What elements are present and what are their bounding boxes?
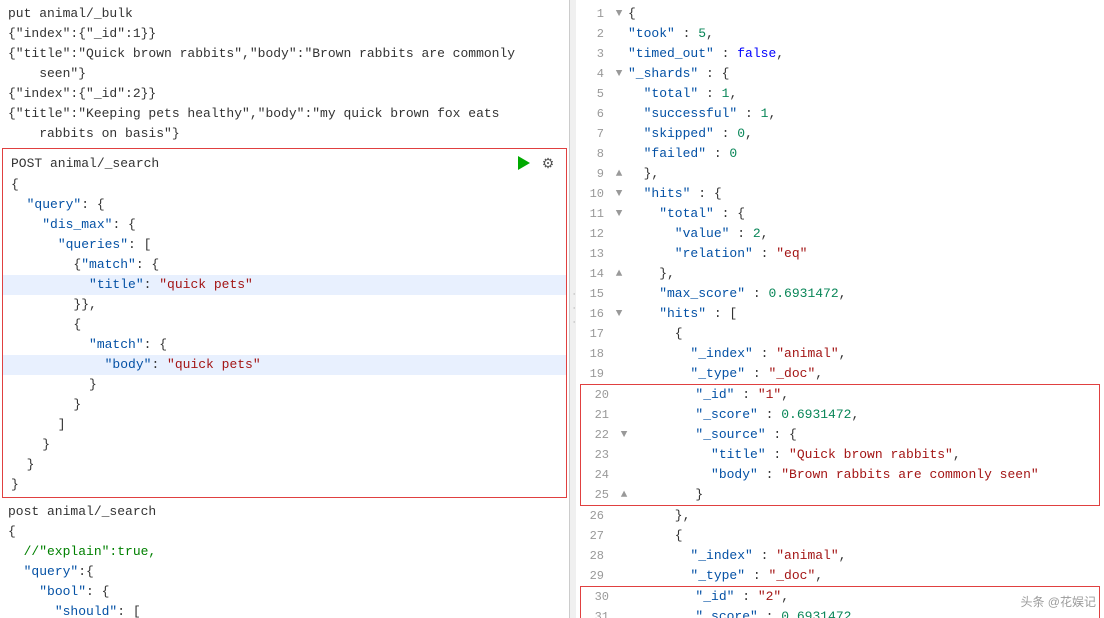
b1-line-13: ] <box>3 415 566 435</box>
b1-line-12: } <box>3 395 566 415</box>
r-line-8: 8 "failed" : 0 <box>576 144 1104 164</box>
left-line-5: {"index":{"_id":2}} <box>0 84 569 104</box>
b1-line-14: } <box>3 435 566 455</box>
r-line-23: 23 "title" : "Quick brown rabbits", <box>581 445 1099 465</box>
left-line-2: {"index":{"_id":1}} <box>0 24 569 44</box>
r-line-4: 4 ▼ "_shards" : { <box>576 64 1104 84</box>
b1-line-15: } <box>3 455 566 475</box>
right-bordered-2: 30 "_id" : "2", 31 "_score" : 0.6931472,… <box>580 586 1100 618</box>
r-line-21: 21 "_score" : 0.6931472, <box>581 405 1099 425</box>
b1-line-8: { <box>3 315 566 335</box>
r-line-16: 16 ▼ "hits" : [ <box>576 304 1104 324</box>
post2-should: "should": [ <box>0 602 569 618</box>
b1-line-6: "title": "quick pets" <box>3 275 566 295</box>
r-line-18: 18 "_index" : "animal", <box>576 344 1104 364</box>
r-line-19: 19 "_type" : "_doc", <box>576 364 1104 384</box>
b1-line-4: "queries": [ <box>3 235 566 255</box>
r-line-3: 3 "timed_out" : false, <box>576 44 1104 64</box>
r-line-2: 2 "took" : 5, <box>576 24 1104 44</box>
post-search-section: POST animal/_search ⚙ { "query": { "dis_… <box>2 148 567 498</box>
b1-line-2: "query": { <box>3 195 566 215</box>
r-line-25: 25 ▲ } <box>581 485 1099 505</box>
post-label: POST animal/_search <box>11 156 514 171</box>
b1-line-9: "match": { <box>3 335 566 355</box>
r-line-28: 28 "_index" : "animal", <box>576 546 1104 566</box>
play-button[interactable] <box>514 153 534 173</box>
b1-line-10: "body": "quick pets" <box>3 355 566 375</box>
b1-line-5: {"match": { <box>3 255 566 275</box>
r-line-26: 26 }, <box>576 506 1104 526</box>
r-line-6: 6 "successful" : 1, <box>576 104 1104 124</box>
r-line-11: 11 ▼ "total" : { <box>576 204 1104 224</box>
r-line-13: 13 "relation" : "eq" <box>576 244 1104 264</box>
r-line-14: 14 ▲ }, <box>576 264 1104 284</box>
r-line-31: 31 "_score" : 0.6931472, <box>581 607 1099 618</box>
post2-query: "query":{ <box>0 562 569 582</box>
r-line-27: 27 { <box>576 526 1104 546</box>
post2-explain: //"explain":true, <box>0 542 569 562</box>
r-line-15: 15 "max_score" : 0.6931472, <box>576 284 1104 304</box>
left-panel: put animal/_bulk {"index":{"_id":1}} {"t… <box>0 0 570 618</box>
b1-line-7: }}, <box>3 295 566 315</box>
r-line-17: 17 { <box>576 324 1104 344</box>
left-line-6: {"title":"Keeping pets healthy","body":"… <box>0 104 569 124</box>
b1-line-1: { <box>3 175 566 195</box>
left-line-7: rabbits on basis"} <box>0 124 569 144</box>
r-line-22: 22 ▼ "_source" : { <box>581 425 1099 445</box>
post2-bool: "bool": { <box>0 582 569 602</box>
r-line-24: 24 "body" : "Brown rabbits are commonly … <box>581 465 1099 485</box>
r-line-5: 5 "total" : 1, <box>576 84 1104 104</box>
b1-line-16: } <box>3 475 566 495</box>
r-line-9: 9 ▲ }, <box>576 164 1104 184</box>
r-line-20: 20 "_id" : "1", <box>581 385 1099 405</box>
left-line-1: put animal/_bulk <box>0 4 569 24</box>
b1-line-3: "dis_max": { <box>3 215 566 235</box>
r-line-12: 12 "value" : 2, <box>576 224 1104 244</box>
play-icon <box>518 156 530 170</box>
r-line-30: 30 "_id" : "2", <box>581 587 1099 607</box>
r-line-10: 10 ▼ "hits" : { <box>576 184 1104 204</box>
post2-label: post animal/_search <box>0 502 569 522</box>
left-line-3: {"title":"Quick brown rabbits","body":"B… <box>0 44 569 64</box>
left-line-4: seen"} <box>0 64 569 84</box>
settings-button[interactable]: ⚙ <box>538 153 558 173</box>
post-toolbar: POST animal/_search ⚙ <box>3 151 566 175</box>
b1-line-11: } <box>3 375 566 395</box>
r-line-29: 29 "_type" : "_doc", <box>576 566 1104 586</box>
right-panel: 1 ▼ { 2 "took" : 5, 3 "timed_out" : fals… <box>576 0 1104 618</box>
right-bordered-1: 20 "_id" : "1", 21 "_score" : 0.6931472,… <box>580 384 1100 506</box>
r-line-1: 1 ▼ { <box>576 4 1104 24</box>
post2-open: { <box>0 522 569 542</box>
r-line-7: 7 "skipped" : 0, <box>576 124 1104 144</box>
